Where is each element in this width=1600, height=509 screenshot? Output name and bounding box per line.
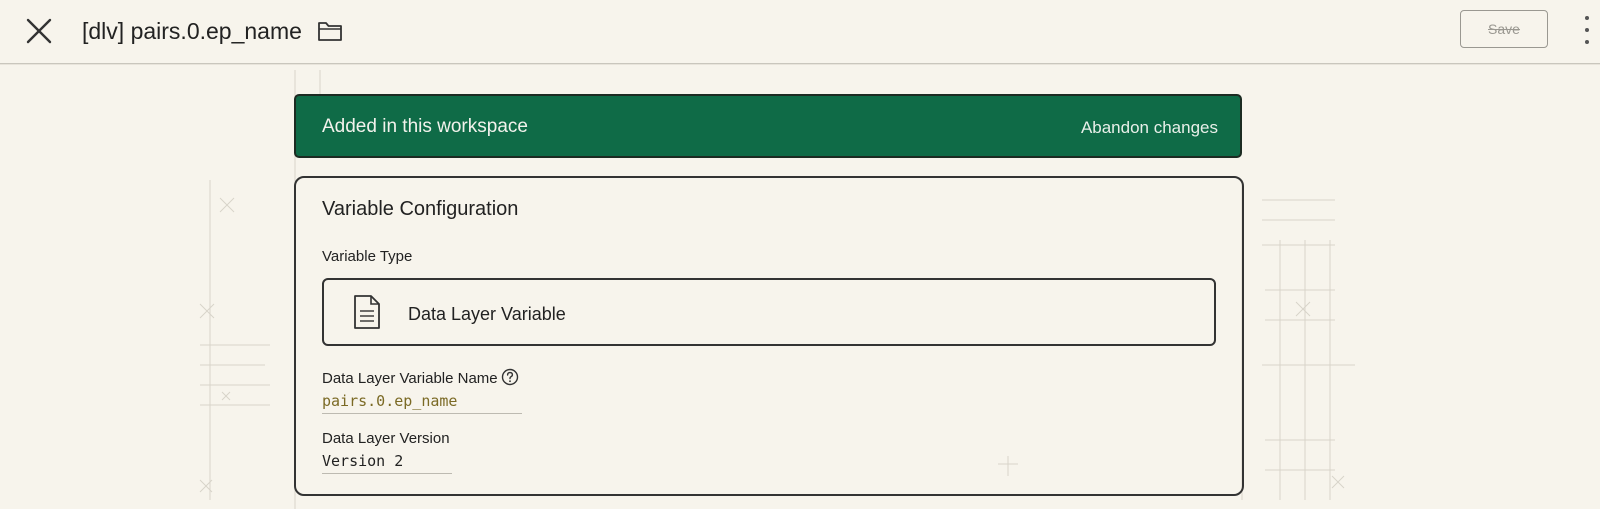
banner-text: Added in this workspace <box>322 116 528 137</box>
more-options-button[interactable] <box>1580 16 1594 44</box>
dlv-version-label: Data Layer Version <box>322 430 450 447</box>
variable-type-label: Variable Type <box>322 248 413 265</box>
page-title: [dlv] pairs.0.ep_name <box>82 18 302 44</box>
close-icon <box>26 18 52 44</box>
folder-icon <box>318 22 342 41</box>
more-vertical-icon <box>1585 16 1589 20</box>
card-title: Variable Configuration <box>322 198 519 220</box>
variable-configuration-card: Variable Configuration Variable Type Dat… <box>294 176 1244 496</box>
abandon-changes-link[interactable]: Abandon changes <box>1081 118 1218 138</box>
workspace-status-banner: Added in this workspace Abandon changes <box>294 94 1242 158</box>
dlv-name-label: Data Layer Variable Name <box>322 370 498 387</box>
top-bar: [dlv] pairs.0.ep_name Save <box>0 0 1600 64</box>
dlv-name-input[interactable] <box>322 388 522 414</box>
close-button[interactable] <box>22 14 56 48</box>
document-icon <box>354 295 380 329</box>
save-button[interactable]: Save <box>1460 10 1548 48</box>
help-icon[interactable] <box>501 368 519 386</box>
variable-type-selector[interactable]: Data Layer Variable <box>322 278 1216 346</box>
dlv-version-select[interactable]: Version 2 <box>322 448 452 474</box>
variable-type-value: Data Layer Variable <box>408 304 566 324</box>
folder-button[interactable] <box>316 18 344 44</box>
